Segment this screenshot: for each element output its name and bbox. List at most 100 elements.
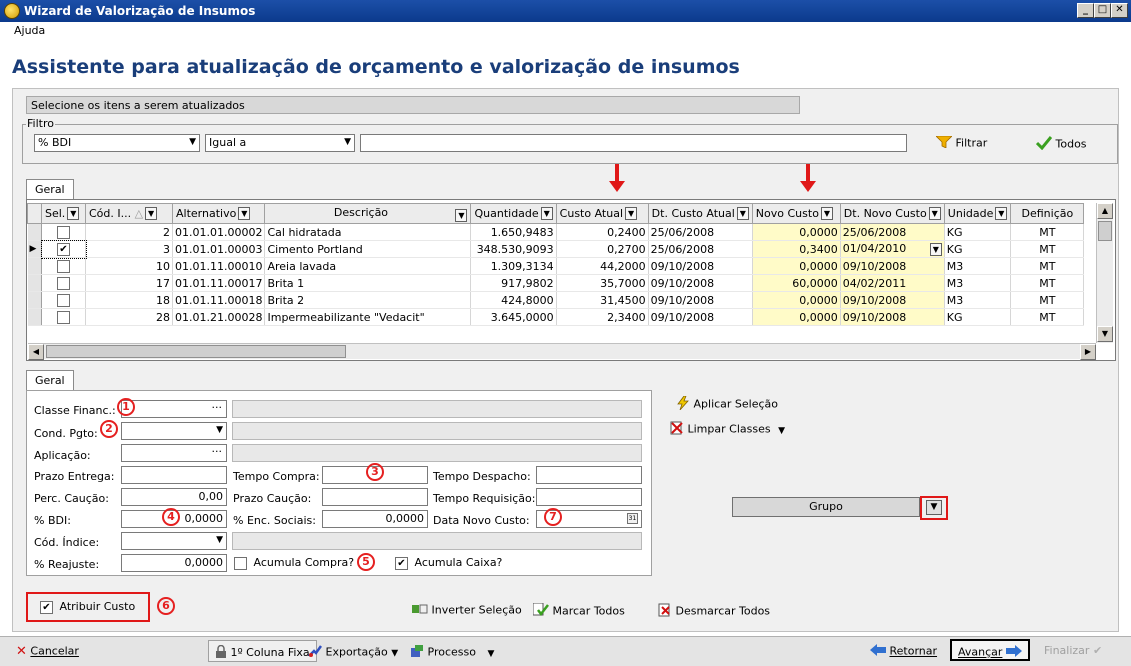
calendar-icon[interactable]: 31 bbox=[627, 513, 638, 524]
tab-form-geral[interactable]: Geral bbox=[26, 370, 74, 390]
cell-novo-custo[interactable]: 60,0000 bbox=[752, 274, 841, 292]
scroll-thumb[interactable] bbox=[1098, 221, 1112, 241]
all-button[interactable]: Todos bbox=[1035, 136, 1087, 153]
chevron-down-icon[interactable]: ▼ bbox=[929, 243, 942, 256]
acumula-caixa-checkbox[interactable]: ✔ Acumula Caixa? bbox=[395, 556, 502, 570]
cell-novo-custo[interactable]: 0,0000 bbox=[752, 291, 841, 309]
tempo-despacho-input[interactable] bbox=[536, 466, 642, 484]
cond-pgto-select[interactable]: ▼ bbox=[121, 422, 227, 440]
cod-indice-select[interactable]: ▼ bbox=[121, 532, 227, 550]
cell-dt-novo-custo[interactable]: 09/10/2008 bbox=[840, 291, 945, 309]
acumula-compra-checkbox[interactable]: Acumula Compra? bbox=[234, 556, 354, 570]
apply-selection-button[interactable]: Aplicar Seleção bbox=[676, 395, 778, 413]
minimize-button[interactable]: _ bbox=[1077, 3, 1094, 18]
checkbox-box[interactable]: ✔ bbox=[40, 600, 53, 614]
perc-caucao-input[interactable]: 0,00 bbox=[121, 488, 227, 506]
scroll-left-icon[interactable]: ◀ bbox=[28, 344, 44, 360]
perc-caucao-label: Perc. Caução: bbox=[34, 492, 109, 505]
col-definicao[interactable]: Definição bbox=[1010, 203, 1085, 224]
chevron-down-icon[interactable]: ▼ bbox=[778, 426, 785, 436]
cell-definicao: MT bbox=[1010, 291, 1085, 309]
table-row[interactable]: 28 01.01.21.00028 Impermeabilizante "Ved… bbox=[27, 308, 1085, 326]
scroll-right-icon[interactable]: ▶ bbox=[1080, 344, 1096, 360]
cell-dt-novo-custo[interactable]: 04/02/2011 bbox=[840, 274, 945, 292]
lock-icon bbox=[215, 644, 227, 661]
cell-novo-custo[interactable]: 0,0000 bbox=[752, 308, 841, 326]
chevron-down-icon: ▼ bbox=[995, 207, 1008, 221]
cell-novo-custo[interactable]: 0,0000 bbox=[752, 257, 841, 275]
atribuir-custo-checkbox[interactable]: ✔ Atribuir Custo bbox=[40, 600, 135, 614]
col-dt-novo-custo[interactable]: Dt. Novo Custo ▼ bbox=[839, 203, 945, 224]
ellipsis-icon[interactable]: ··· bbox=[212, 445, 223, 458]
ellipsis-icon[interactable]: ··· bbox=[212, 401, 223, 414]
cell-novo-custo[interactable]: 0,0000 bbox=[752, 223, 841, 241]
classe-financ-input[interactable]: ··· bbox=[121, 400, 227, 418]
finish-button[interactable]: Finalizar ✔ bbox=[1038, 640, 1108, 662]
aplicacao-input[interactable]: ··· bbox=[121, 444, 227, 462]
row-select-checkbox[interactable]: ✔ bbox=[40, 239, 87, 259]
back-button[interactable]: Retornar bbox=[864, 640, 943, 662]
table-row[interactable]: 18 01.01.11.00018 Brita 2 424,8000 31,45… bbox=[27, 291, 1085, 309]
col-dt-custo-atual[interactable]: Dt. Custo Atual ▼ bbox=[647, 203, 753, 224]
table-row[interactable]: 17 01.01.11.00017 Brita 1 917,9802 35,70… bbox=[27, 274, 1085, 292]
row-select-checkbox[interactable] bbox=[41, 223, 86, 241]
cell-cod: 28 bbox=[85, 308, 173, 326]
cell-dt-novo-custo[interactable]: 09/10/2008 bbox=[840, 308, 945, 326]
table-row[interactable]: ▶ ✔ 3 01.01.01.00003 Cimento Portland 34… bbox=[27, 239, 1085, 259]
scroll-thumb[interactable] bbox=[46, 345, 346, 358]
table-row[interactable]: 10 01.01.11.00010 Areia lavada 1.309,313… bbox=[27, 257, 1085, 275]
cell-dt-custo-atual: 09/10/2008 bbox=[648, 257, 753, 275]
col-novo-custo[interactable]: Novo Custo ▼ bbox=[751, 203, 841, 224]
close-button[interactable]: ✕ bbox=[1111, 3, 1128, 18]
cell-unidade: M3 bbox=[944, 274, 1012, 292]
clear-classes-button[interactable]: Limpar Classes ▼ bbox=[670, 421, 785, 438]
cancel-button[interactable]: ✕ Cancelar bbox=[10, 640, 85, 662]
group-select[interactable]: Grupo bbox=[732, 497, 920, 517]
title-bar: Wizard de Valorização de Insumos _ □ ✕ bbox=[0, 0, 1131, 22]
cell-novo-custo[interactable]: 0,3400 bbox=[752, 240, 841, 258]
menu-help[interactable]: Ajuda bbox=[14, 24, 45, 37]
col-custo-atual[interactable]: Custo Atual ▼ bbox=[555, 203, 649, 224]
chevron-down-icon: ▼ bbox=[820, 207, 833, 221]
tempo-requisicao-input[interactable] bbox=[536, 488, 642, 506]
filter-value-input[interactable] bbox=[360, 134, 907, 152]
fixed-column-toggle[interactable]: 1º Coluna Fixa bbox=[208, 640, 317, 662]
grid-vertical-scrollbar[interactable]: ▲ ▼ bbox=[1096, 203, 1113, 343]
scroll-down-icon[interactable]: ▼ bbox=[1097, 326, 1113, 342]
col-sel[interactable]: Sel. ▼ bbox=[41, 203, 86, 224]
invert-selection-button[interactable]: Inverter Seleção bbox=[412, 603, 522, 618]
cell-dt-novo-custo[interactable]: 25/06/2008 bbox=[840, 223, 945, 241]
col-quantidade[interactable]: Quantidade ▼ bbox=[470, 203, 557, 224]
chevron-down-icon[interactable]: ▼ bbox=[926, 500, 942, 515]
filter-field-select[interactable]: % BDI ▼ bbox=[34, 134, 200, 152]
filter-button[interactable]: Filtrar bbox=[935, 135, 987, 151]
unmark-all-button[interactable]: Desmarcar Todos bbox=[658, 603, 770, 620]
next-button[interactable]: Avançar bbox=[950, 639, 1030, 661]
row-select-checkbox[interactable] bbox=[41, 308, 86, 326]
scroll-up-icon[interactable]: ▲ bbox=[1097, 203, 1113, 219]
process-button[interactable]: Processo ▼ bbox=[404, 640, 500, 662]
prazo-entrega-input[interactable] bbox=[121, 466, 227, 484]
maximize-button[interactable]: □ bbox=[1094, 3, 1111, 18]
mark-all-button[interactable]: Marcar Todos bbox=[532, 602, 625, 620]
checkbox-box[interactable]: ✔ bbox=[395, 556, 408, 570]
export-button[interactable]: Exportação ▼ bbox=[302, 640, 404, 662]
tab-grid-geral[interactable]: Geral bbox=[26, 179, 74, 199]
cell-dt-novo-custo[interactable]: 09/10/2008 bbox=[840, 257, 945, 275]
col-unidade[interactable]: Unidade ▼ bbox=[943, 203, 1012, 224]
cell-dt-novo-custo[interactable]: 01/04/2010 ▼ bbox=[840, 240, 945, 258]
enc-sociais-input[interactable]: 0,0000 bbox=[322, 510, 428, 528]
col-descricao[interactable]: Descrição ▼ bbox=[264, 203, 472, 224]
row-select-checkbox[interactable] bbox=[41, 257, 86, 275]
acumula-compra-label: Acumula Compra? bbox=[253, 556, 355, 569]
table-row[interactable]: 2 01.01.01.00002 Cal hidratada 1.650,948… bbox=[27, 223, 1085, 241]
checkbox-box[interactable] bbox=[234, 556, 247, 570]
grid-horizontal-scrollbar[interactable]: ◀ ▶ bbox=[28, 343, 1096, 360]
filter-operator-select[interactable]: Igual a ▼ bbox=[205, 134, 355, 152]
row-select-checkbox[interactable] bbox=[41, 274, 86, 292]
prazo-caucao-input[interactable] bbox=[322, 488, 428, 506]
reajuste-input[interactable]: 0,0000 bbox=[121, 554, 227, 572]
col-cod[interactable]: Cód. I... △ ▼ bbox=[85, 203, 173, 224]
col-alternativo[interactable]: Alternativo ▼ bbox=[171, 203, 266, 224]
row-select-checkbox[interactable] bbox=[41, 291, 86, 309]
